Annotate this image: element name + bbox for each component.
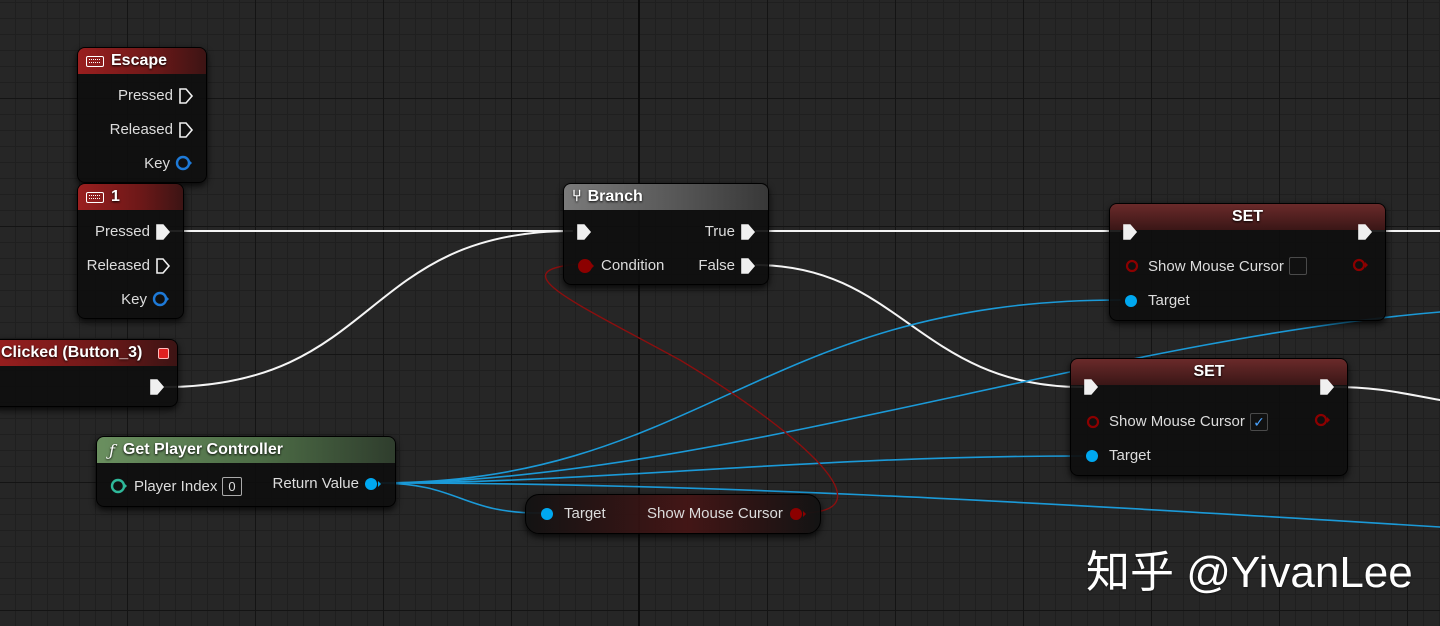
property-label-show-mouse-cursor: Show Mouse Cursor: [1148, 258, 1284, 275]
node-title: SET: [1231, 208, 1264, 225]
node-title: Clicked (Button_3): [1, 344, 143, 361]
exec-pin-filled-icon[interactable]: [1357, 223, 1373, 241]
object-wire-to-getter-target: [377, 482, 541, 514]
get-show-mouse-cursor-node[interactable]: Target Show Mouse Cursor: [525, 494, 821, 534]
zhihu-watermark: 知乎 @YivanLee: [1086, 548, 1413, 597]
delegate-pin-icon[interactable]: [158, 347, 169, 359]
get-player-controller-node[interactable]: ƒ Get Player Controller Player Index 0 R…: [96, 436, 396, 507]
property-label-show-mouse-cursor: Show Mouse Cursor: [1109, 413, 1245, 430]
exec-pin-filled-icon[interactable]: [740, 257, 756, 275]
node-header[interactable]: SET: [1071, 359, 1347, 385]
pin-label-key: Key: [144, 155, 170, 172]
exec-pin-filled-icon[interactable]: [740, 223, 756, 241]
keyboard-icon: [86, 55, 104, 67]
pin-label-released: Released: [109, 121, 173, 138]
node-title: Get Player Controller: [122, 441, 283, 458]
pin-label-key: Key: [121, 291, 147, 308]
exec-pin-filled-icon[interactable]: [155, 223, 171, 241]
exec-pin-filled-icon[interactable]: [576, 223, 592, 241]
node-title: Branch: [587, 188, 643, 205]
exec-pin-outline-icon[interactable]: [178, 87, 194, 105]
pin-label-target: Target: [564, 505, 606, 522]
struct-pin-icon[interactable]: [151, 290, 171, 308]
pin-label-return-value: Return Value: [272, 475, 359, 492]
exec-wire-set2-out: [1331, 386, 1440, 401]
node-header[interactable]: ⑂ Branch: [564, 184, 768, 210]
exec-pin-filled-icon[interactable]: [1319, 378, 1335, 396]
exec-pin-filled-icon[interactable]: [149, 378, 165, 396]
node-header[interactable]: Escape: [78, 48, 206, 74]
branch-node[interactable]: ⑂ Branch True Condition False: [563, 183, 769, 285]
pin-label-target: Target: [1109, 447, 1151, 464]
show-mouse-cursor-checkbox-checked[interactable]: ✓: [1250, 413, 1268, 431]
object-pin-icon[interactable]: [1122, 292, 1142, 310]
exec-pin-filled-icon[interactable]: [1122, 223, 1138, 241]
set-show-mouse-cursor-node-2[interactable]: SET Show Mouse Cursor ✓ Target: [1070, 358, 1348, 476]
bool-pin-outline-icon[interactable]: [1124, 257, 1144, 275]
node-header[interactable]: 1: [78, 184, 183, 210]
branch-icon: ⑂: [572, 188, 582, 205]
function-icon: ƒ: [109, 440, 115, 460]
key-1-event-node[interactable]: 1 Pressed Released Key: [77, 183, 184, 319]
pin-label-pressed: Pressed: [117, 87, 173, 104]
property-label-show-mouse-cursor: Show Mouse Cursor: [647, 505, 783, 522]
exec-wire-clicked-to-branch: [163, 230, 573, 388]
keyboard-icon: [86, 191, 104, 203]
exec-wire-false-to-set2: [755, 264, 1083, 388]
exec-pin-outline-icon[interactable]: [155, 257, 171, 275]
struct-pin-icon[interactable]: [174, 154, 194, 172]
exec-pin-outline-icon[interactable]: [178, 121, 194, 139]
object-wire-to-set2-target: [377, 455, 1083, 484]
bool-pin-outline-icon[interactable]: [1313, 411, 1333, 429]
int-pin-outline-icon[interactable]: [109, 477, 129, 495]
clicked-button-event-node[interactable]: Clicked (Button_3): [0, 339, 178, 407]
bool-pin-icon[interactable]: [788, 505, 808, 523]
node-title: 1: [111, 188, 120, 205]
bool-pin-outline-icon[interactable]: [1085, 413, 1105, 431]
pin-label-target: Target: [1148, 292, 1190, 309]
pin-label-released: Released: [86, 257, 150, 274]
pin-label-player-index: Player Index: [134, 478, 218, 495]
pin-label-condition: Condition: [601, 257, 665, 274]
pin-label-pressed: Pressed: [94, 223, 150, 240]
object-pin-icon[interactable]: [1083, 447, 1103, 465]
pin-label-true: True: [704, 223, 735, 240]
set-show-mouse-cursor-node-1[interactable]: SET Show Mouse Cursor Target: [1109, 203, 1386, 321]
bool-wire-getter-to-condition: [544, 263, 839, 514]
show-mouse-cursor-checkbox[interactable]: [1289, 257, 1307, 275]
node-title: SET: [1193, 363, 1225, 380]
object-pin-icon[interactable]: [538, 505, 558, 523]
object-wire-to-set1-target: [377, 299, 1121, 484]
object-pin-icon[interactable]: [363, 475, 383, 493]
player-index-input[interactable]: 0: [222, 477, 242, 496]
exec-pin-filled-icon[interactable]: [1083, 378, 1099, 396]
node-header[interactable]: Clicked (Button_3): [0, 340, 177, 366]
node-header[interactable]: SET: [1110, 204, 1385, 230]
node-title: Escape: [111, 52, 168, 69]
escape-key-event-node[interactable]: Escape Pressed Released Key: [77, 47, 207, 183]
pin-label-false: False: [698, 257, 735, 274]
node-header[interactable]: ƒ Get Player Controller: [97, 437, 395, 463]
bool-pin-icon[interactable]: [576, 257, 596, 275]
bool-pin-outline-icon[interactable]: [1351, 256, 1371, 274]
